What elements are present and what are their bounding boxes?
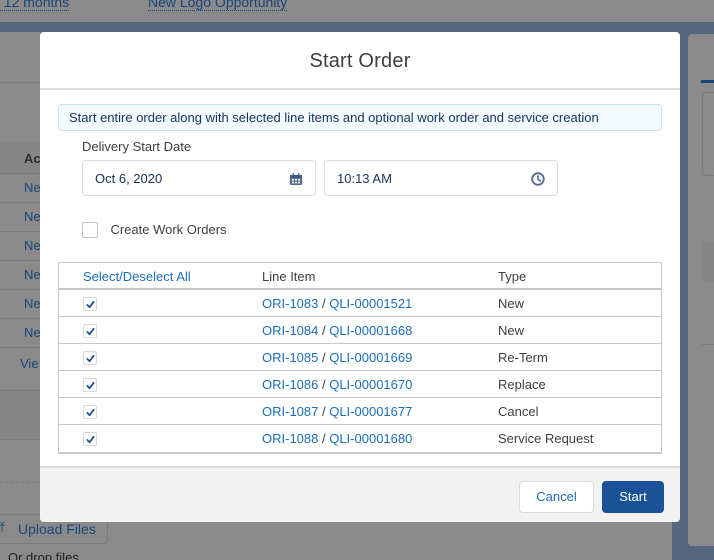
- create-work-orders-field[interactable]: Create Work Orders: [82, 221, 227, 239]
- line-item-cell: ORI-1086 / QLI-00001670: [262, 377, 412, 392]
- clock-icon[interactable]: [531, 172, 545, 186]
- quote-line-item-link[interactable]: QLI-00001677: [329, 404, 412, 419]
- table-row: ORI-1088 / QLI-00001680 Service Request: [59, 425, 661, 452]
- row-checkbox[interactable]: [83, 324, 97, 338]
- row-checkbox[interactable]: [83, 378, 97, 392]
- row-checkbox[interactable]: [83, 405, 97, 419]
- date-value: Oct 6, 2020: [95, 171, 163, 186]
- table-row: ORI-1083 / QLI-00001521 New: [59, 290, 661, 317]
- table-header-row: Select/Deselect All Line Item Type: [59, 263, 661, 289]
- quote-line-item-link[interactable]: QLI-00001668: [329, 323, 412, 338]
- modal-header: Start Order: [40, 32, 680, 90]
- line-item-separator: /: [318, 323, 330, 338]
- background-panel-box: [702, 242, 714, 282]
- time-value: 10:13 AM: [337, 171, 392, 186]
- type-cell: Re-Term: [498, 350, 548, 365]
- order-item-link[interactable]: ORI-1085: [262, 350, 318, 365]
- delivery-start-date-label: Delivery Start Date: [82, 139, 192, 154]
- table-row: ORI-1084 / QLI-00001668 New: [59, 317, 661, 344]
- background-divider: [702, 344, 714, 345]
- background-right-panel: [688, 34, 714, 546]
- table-row: ORI-1087 / QLI-00001677 Cancel: [59, 398, 661, 425]
- type-cell: New: [498, 296, 525, 311]
- line-item-cell: ORI-1083 / QLI-00001521: [262, 296, 412, 311]
- type-column-header: Type: [498, 269, 527, 284]
- row-checkbox[interactable]: [83, 432, 97, 446]
- line-item-separator: /: [318, 431, 330, 446]
- table-row: ORI-1086 / QLI-00001670 Replace: [59, 371, 661, 398]
- start-order-modal: Start Order Start entire order along wit…: [40, 32, 680, 522]
- type-cell: Cancel: [498, 404, 539, 419]
- upload-icon: ⤒: [0, 519, 6, 535]
- background-panel-box: [702, 92, 714, 176]
- background-drop-files-text: Or drop files: [8, 550, 79, 560]
- order-item-link[interactable]: ORI-1083: [262, 296, 318, 311]
- background-active-tab-indicator: [701, 80, 714, 83]
- line-item-separator: /: [318, 404, 330, 419]
- start-button[interactable]: Start: [602, 481, 664, 513]
- create-work-orders-label: Create Work Orders: [110, 222, 227, 238]
- line-item-cell: ORI-1088 / QLI-00001680: [262, 431, 412, 446]
- quote-line-item-link[interactable]: QLI-00001670: [329, 377, 412, 392]
- line-items-table: Select/Deselect All Line Item Type ORI-1…: [58, 262, 662, 454]
- type-cell: Service Request: [498, 431, 594, 446]
- delivery-time-input[interactable]: 10:13 AM: [324, 160, 558, 196]
- calendar-icon[interactable]: [289, 172, 303, 186]
- line-item-column-header: Line Item: [262, 269, 316, 284]
- quote-line-item-link[interactable]: QLI-00001669: [329, 350, 412, 365]
- background-header: / 12 months New Logo Opportunity: [0, 0, 714, 22]
- line-item-cell: ORI-1085 / QLI-00001669: [262, 350, 412, 365]
- create-work-orders-checkbox[interactable]: [82, 221, 98, 238]
- line-item-separator: /: [318, 296, 330, 311]
- info-message: Start entire order along with selected l…: [58, 104, 662, 131]
- line-item-separator: /: [318, 350, 330, 365]
- select-deselect-all-link[interactable]: Select/Deselect All: [83, 269, 191, 284]
- cancel-button[interactable]: Cancel: [519, 481, 594, 513]
- type-cell: Replace: [498, 377, 546, 392]
- order-item-link[interactable]: ORI-1088: [262, 431, 318, 446]
- delivery-date-input[interactable]: Oct 6, 2020: [82, 160, 316, 196]
- order-item-link[interactable]: ORI-1087: [262, 404, 318, 419]
- quote-line-item-link[interactable]: QLI-00001680: [329, 431, 412, 446]
- modal-title: Start Order: [309, 50, 411, 72]
- line-item-separator: /: [318, 377, 330, 392]
- order-item-link[interactable]: ORI-1086: [262, 377, 318, 392]
- modal-footer: Cancel Start: [40, 466, 680, 522]
- row-checkbox[interactable]: [83, 297, 97, 311]
- line-item-cell: ORI-1084 / QLI-00001668: [262, 323, 412, 338]
- background-term-link: / 12 months: [0, 0, 70, 11]
- quote-line-item-link[interactable]: QLI-00001521: [329, 296, 412, 311]
- line-item-cell: ORI-1087 / QLI-00001677: [262, 404, 412, 419]
- row-checkbox[interactable]: [83, 351, 97, 365]
- table-row: ORI-1085 / QLI-00001669 Re-Term: [59, 344, 661, 371]
- background-opportunity-link: New Logo Opportunity: [148, 0, 288, 11]
- order-item-link[interactable]: ORI-1084: [262, 323, 318, 338]
- type-cell: New: [498, 323, 525, 338]
